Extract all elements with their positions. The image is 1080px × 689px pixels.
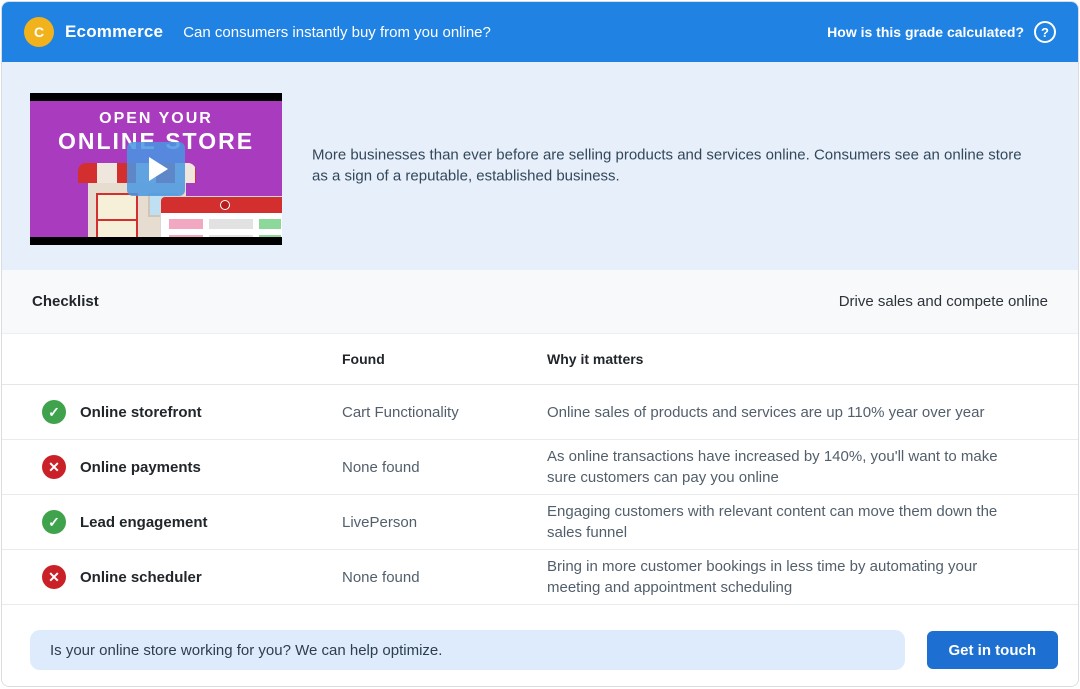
x-icon bbox=[42, 455, 66, 479]
header-bar: C Ecommerce Can consumers instantly buy … bbox=[2, 2, 1078, 62]
checklist-header: Checklist Drive sales and compete online bbox=[2, 270, 1078, 334]
table-body: Online storefront Cart Functionality Onl… bbox=[2, 385, 1078, 605]
grade-link-label[interactable]: How is this grade calculated? bbox=[827, 24, 1024, 40]
why-it-matters-text: Engaging customers with relevant content… bbox=[547, 501, 1050, 543]
browser-bar-graphic bbox=[161, 197, 282, 213]
table-row: Lead engagement LivePerson Engaging cust… bbox=[2, 495, 1078, 550]
question-mark-circle-icon[interactable]: ? bbox=[1034, 21, 1056, 43]
check-icon bbox=[42, 510, 66, 534]
header-question: Can consumers instantly buy from you onl… bbox=[183, 24, 491, 41]
table-row: Online scheduler None found Bring in mor… bbox=[2, 550, 1078, 605]
video-caption-line1: OPEN YOUR bbox=[30, 110, 282, 128]
table-header-row: Found Why it matters bbox=[2, 334, 1078, 385]
why-it-matters-text: Bring in more customer bookings in less … bbox=[547, 556, 1050, 598]
video-screen: OPEN YOUR ONLINE STORE bbox=[30, 101, 282, 237]
checklist-subtitle: Drive sales and compete online bbox=[839, 293, 1048, 310]
found-value: Cart Functionality bbox=[342, 404, 547, 421]
table-row: Online storefront Cart Functionality Onl… bbox=[2, 385, 1078, 440]
intro-section: OPEN YOUR ONLINE STORE More businesses t… bbox=[2, 62, 1078, 270]
found-value: LivePerson bbox=[342, 514, 547, 531]
grade-help-link[interactable]: How is this grade calculated? ? bbox=[827, 21, 1056, 43]
x-icon bbox=[42, 565, 66, 589]
table-row: Online payments None found As online tra… bbox=[2, 440, 1078, 495]
footer-bar: Is your online store working for you? We… bbox=[2, 614, 1078, 686]
grade-badge: C bbox=[24, 17, 54, 47]
section-description: More businesses than ever before are sel… bbox=[312, 145, 1024, 188]
column-header-found: Found bbox=[342, 351, 547, 367]
check-icon bbox=[42, 400, 66, 424]
column-header-why: Why it matters bbox=[547, 351, 1050, 367]
get-in-touch-button[interactable]: Get in touch bbox=[927, 631, 1059, 669]
optimize-callout: Is your online store working for you? We… bbox=[30, 630, 905, 670]
found-value: None found bbox=[342, 459, 547, 476]
video-thumbnail[interactable]: OPEN YOUR ONLINE STORE bbox=[30, 93, 282, 245]
storefront-door-graphic bbox=[96, 193, 138, 237]
section-title: Ecommerce bbox=[65, 22, 163, 42]
checklist-title: Checklist bbox=[32, 293, 99, 310]
checklist-table: Found Why it matters Online storefront C… bbox=[2, 334, 1078, 605]
browser-graphic bbox=[161, 197, 282, 237]
ecommerce-grade-card: C Ecommerce Can consumers instantly buy … bbox=[1, 1, 1079, 687]
why-it-matters-text: Online sales of products and services ar… bbox=[547, 402, 1050, 423]
why-it-matters-text: As online transactions have increased by… bbox=[547, 446, 1050, 488]
play-icon[interactable] bbox=[127, 142, 185, 196]
found-value: None found bbox=[342, 569, 547, 586]
